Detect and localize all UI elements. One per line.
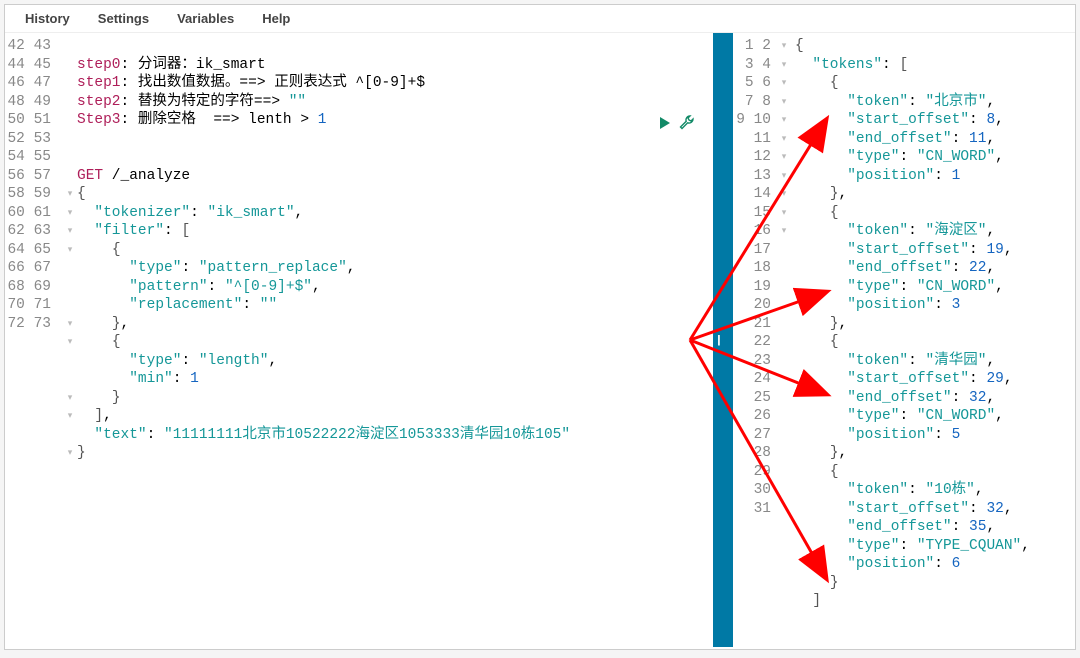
split-divider[interactable]: || <box>713 33 733 647</box>
menu-bar: History Settings Variables Help <box>5 5 1075 33</box>
run-icon[interactable] <box>657 115 673 136</box>
response-viewer[interactable]: 1 2 3 4 5 6 7 8 9 10 11 12 13 14 15 16 1… <box>733 33 1075 647</box>
line-gutter-left: 42 43 44 45 46 47 48 49 50 51 52 53 54 5… <box>5 33 61 647</box>
menu-history[interactable]: History <box>25 11 70 26</box>
menu-settings[interactable]: Settings <box>98 11 149 26</box>
menu-variables[interactable]: Variables <box>177 11 234 26</box>
fold-gutter-right: ▾▾▾▾▾▾▾▾▾▾▾ <box>779 33 789 647</box>
request-editor[interactable]: 42 43 44 45 46 47 48 49 50 51 52 53 54 5… <box>5 33 713 647</box>
menu-help[interactable]: Help <box>262 11 290 26</box>
drag-handle-icon[interactable]: || <box>717 334 719 346</box>
response-code: { "tokens": [ { "token": "北京市", "start_o… <box>789 33 1075 647</box>
request-code[interactable]: step0: 分词器：ik_smart step1: 找出数值数据。==> 正则… <box>61 33 713 647</box>
fold-gutter-left: ▾▾▾▾▾▾▾▾▾ <box>65 33 75 629</box>
line-gutter-right: 1 2 3 4 5 6 7 8 9 10 11 12 13 14 15 16 1… <box>733 33 779 647</box>
wrench-icon[interactable] <box>679 115 695 136</box>
